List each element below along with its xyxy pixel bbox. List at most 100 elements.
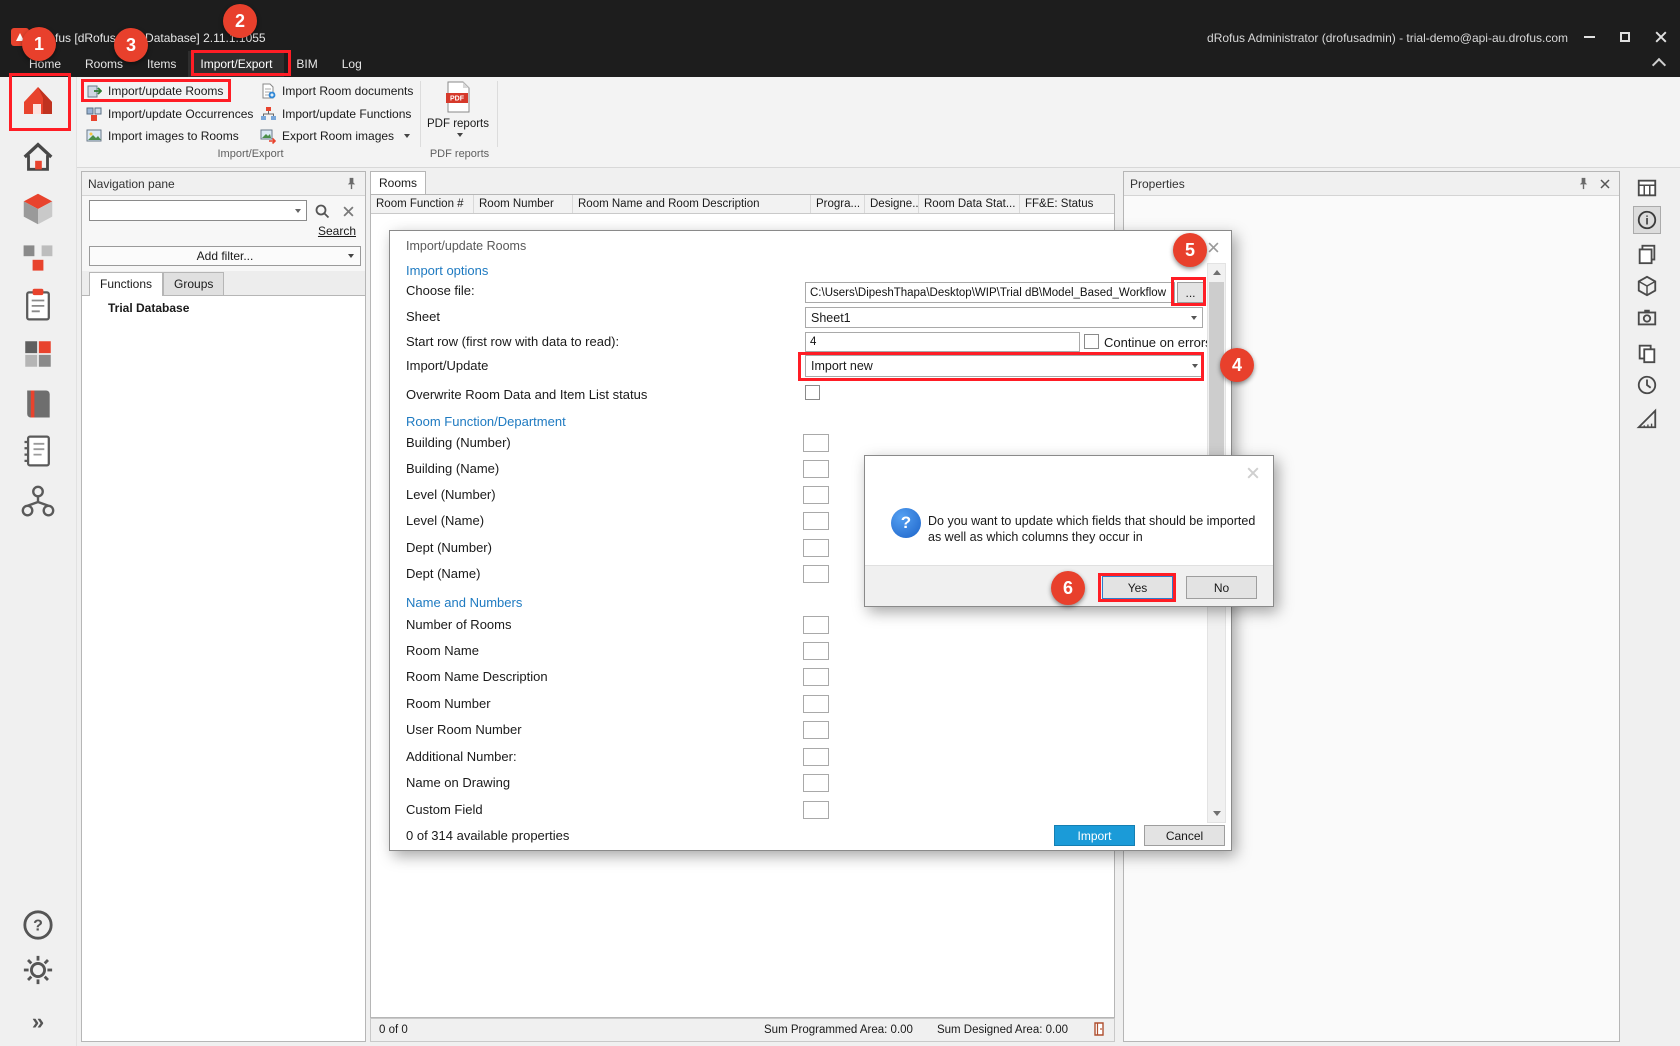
- organization-module-icon[interactable]: [18, 482, 58, 522]
- export-room-images-button[interactable]: Export Room images: [260, 125, 410, 146]
- import-update-rooms-button[interactable]: Import/update Rooms: [86, 80, 223, 101]
- import-button[interactable]: Import: [1054, 825, 1135, 846]
- dept-name-label: Dept (Name): [406, 566, 480, 581]
- history-panel-icon[interactable]: [1633, 371, 1661, 399]
- dept-number-field[interactable]: [803, 539, 829, 557]
- items-module-icon[interactable]: [18, 189, 58, 229]
- help-icon[interactable]: ?: [18, 905, 58, 945]
- drofus-home-icon[interactable]: [18, 80, 58, 120]
- collapse-ribbon-icon[interactable]: [1652, 58, 1666, 72]
- level-name-field[interactable]: [803, 512, 829, 530]
- start-row-label: Start row (first row with data to read):: [406, 334, 619, 349]
- building-number-label: Building (Number): [406, 435, 511, 450]
- column-room-data-status[interactable]: Room Data Stat...: [919, 195, 1020, 213]
- building-name-field[interactable]: [803, 460, 829, 478]
- minimize-button[interactable]: [1576, 25, 1602, 48]
- continue-on-errors-checkbox[interactable]: [1084, 334, 1099, 349]
- dialog-close-icon[interactable]: [1205, 239, 1221, 255]
- no-button[interactable]: No: [1186, 576, 1257, 599]
- search-link[interactable]: Search: [318, 224, 356, 238]
- pdf-reports-button[interactable]: PDF PDF reports: [426, 81, 490, 147]
- number-of-rooms-field[interactable]: [803, 616, 829, 634]
- rooms-grid-tab[interactable]: Rooms: [370, 171, 426, 194]
- close-button[interactable]: [1648, 25, 1674, 48]
- continue-on-errors-label: Continue on errors: [1104, 335, 1212, 350]
- ribbon: Import/update Rooms Import/update Occurr…: [0, 77, 1680, 168]
- close-pane-icon[interactable]: [1597, 176, 1613, 192]
- tree-item-trial-database[interactable]: Trial Database: [108, 301, 189, 315]
- level-number-field[interactable]: [803, 486, 829, 504]
- measure-panel-icon[interactable]: [1633, 405, 1661, 433]
- yes-button[interactable]: Yes: [1102, 576, 1173, 599]
- reports-module-icon[interactable]: [18, 431, 58, 471]
- import-update-select[interactable]: Import new: [805, 355, 1204, 377]
- field-row: Room Number: [390, 695, 1231, 715]
- room-name-description-field[interactable]: [803, 668, 829, 686]
- tab-rooms[interactable]: Rooms: [73, 51, 135, 77]
- occurrences-module-icon[interactable]: [18, 238, 58, 278]
- sheet-select[interactable]: Sheet1: [805, 307, 1203, 328]
- column-designed[interactable]: Designe...: [865, 195, 919, 213]
- dept-name-field[interactable]: [803, 565, 829, 583]
- classification-module-icon[interactable]: [18, 384, 58, 424]
- pin-icon[interactable]: [343, 176, 359, 192]
- custom-field-field[interactable]: [803, 801, 829, 819]
- expand-sidebar-icon[interactable]: »: [18, 1002, 58, 1042]
- import-update-functions-button[interactable]: Import/update Functions: [260, 103, 411, 124]
- images-panel-icon[interactable]: [1633, 304, 1661, 332]
- tab-groups[interactable]: Groups: [163, 272, 224, 295]
- copy-panel-icon[interactable]: [1633, 339, 1661, 367]
- import-update-occurrences-button[interactable]: Import/update Occurrences: [86, 103, 253, 124]
- documents-panel-icon[interactable]: [1633, 240, 1661, 268]
- cancel-button[interactable]: Cancel: [1144, 825, 1225, 846]
- maximize-button[interactable]: [1612, 25, 1638, 48]
- import-room-documents-button[interactable]: Import Room documents: [260, 80, 413, 101]
- overwrite-checkbox[interactable]: [805, 385, 820, 400]
- tab-log[interactable]: Log: [330, 51, 374, 77]
- import-images-to-rooms-label: Import images to Rooms: [108, 129, 239, 143]
- browse-file-button[interactable]: ...: [1177, 282, 1204, 303]
- field-row: Additional Number:: [390, 748, 1231, 768]
- scroll-up-icon[interactable]: [1208, 264, 1225, 281]
- column-ffe-status[interactable]: FF&E: Status: [1020, 195, 1106, 213]
- properties-grid-icon[interactable]: [1633, 174, 1661, 202]
- user-info: dRofus Administrator (drofusadmin) - tri…: [1207, 31, 1568, 45]
- import-update-occurrences-icon: [86, 106, 102, 122]
- add-filter-dropdown[interactable]: Add filter...: [89, 246, 361, 266]
- column-room-number[interactable]: Room Number: [474, 195, 573, 213]
- building-name-label: Building (Name): [406, 461, 499, 476]
- scroll-down-icon[interactable]: [1208, 805, 1225, 822]
- column-programmed[interactable]: Progra...: [811, 195, 865, 213]
- search-icon[interactable]: [312, 201, 332, 221]
- column-room-name[interactable]: Room Name and Room Description: [573, 195, 811, 213]
- additional-number-field[interactable]: [803, 748, 829, 766]
- import-images-to-rooms-button[interactable]: Import images to Rooms: [86, 125, 239, 146]
- confirm-message-line1: Do you want to update which fields that …: [928, 513, 1255, 529]
- settings-gear-icon[interactable]: [18, 950, 58, 990]
- room-name-field[interactable]: [803, 642, 829, 660]
- pin-icon[interactable]: [1575, 176, 1591, 192]
- start-row-input[interactable]: [805, 332, 1080, 352]
- navigation-search-input[interactable]: [94, 202, 291, 219]
- info-panel-icon[interactable]: i: [1633, 206, 1661, 234]
- field-row: User Room Number: [390, 721, 1231, 741]
- navigation-search-combo[interactable]: [89, 200, 307, 221]
- tab-bim[interactable]: BIM: [284, 51, 329, 77]
- tab-functions[interactable]: Functions: [89, 272, 163, 296]
- room-number-field[interactable]: [803, 695, 829, 713]
- rooms-module-icon[interactable]: [18, 137, 58, 177]
- import-update-rooms-label: Import/update Rooms: [108, 84, 223, 98]
- choose-file-input[interactable]: [805, 282, 1175, 303]
- confirm-close-icon[interactable]: [1245, 465, 1261, 481]
- name-on-drawing-field[interactable]: [803, 774, 829, 792]
- column-room-function[interactable]: Room Function #: [371, 195, 474, 213]
- model-panel-icon[interactable]: [1633, 272, 1661, 300]
- tab-home[interactable]: Home: [17, 51, 73, 77]
- user-room-number-field[interactable]: [803, 721, 829, 739]
- clear-search-icon[interactable]: [338, 201, 358, 221]
- systems-module-icon[interactable]: [18, 334, 58, 374]
- tab-items[interactable]: Items: [135, 51, 188, 77]
- room-data-module-icon[interactable]: [18, 285, 58, 325]
- building-number-field[interactable]: [803, 434, 829, 452]
- tab-import-export[interactable]: Import/Export: [188, 51, 284, 77]
